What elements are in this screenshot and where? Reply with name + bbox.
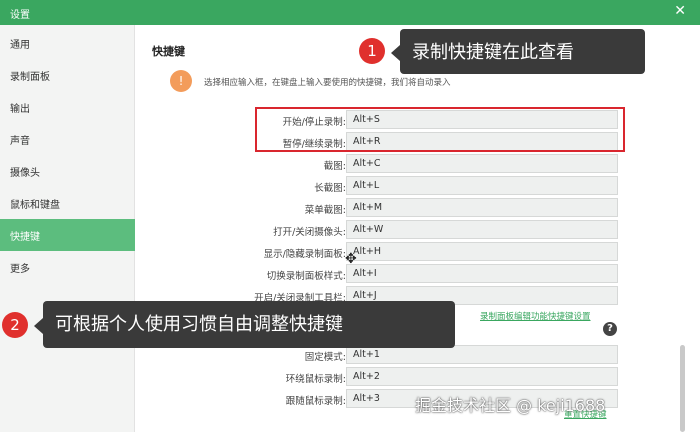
shortcut-label: 显示/隐藏录制面板: (151, 246, 346, 260)
shortcut-input-long-screenshot[interactable]: Alt+L (346, 176, 618, 195)
shortcut-label: 切换录制面板样式: (151, 268, 346, 282)
hint-text: 选择相应输入框，在键盘上输入要使用的快捷键，我们将自动录入 (204, 76, 451, 88)
shortcut-input-panel-style[interactable]: Alt+I (346, 264, 618, 283)
shortcut-label: 打开/关闭摄像头: (151, 224, 346, 238)
sidebar-item-recording-panel[interactable]: 录制面板 (0, 59, 135, 91)
callout-arrow (34, 318, 43, 334)
shortcut-input-surround-mouse[interactable]: Alt+2 (346, 367, 618, 386)
shortcut-label: 环绕鼠标录制: (151, 371, 346, 385)
highlight-box (255, 107, 625, 152)
shortcut-label: 截图: (151, 158, 346, 172)
sidebar-item-label: 快捷键 (10, 232, 40, 243)
annotation-badge-2: 2 (2, 312, 28, 338)
sidebar-item-label: 输出 (10, 104, 30, 115)
shortcut-label: 长截图: (151, 180, 346, 194)
annotation-callout-1: 录制快捷键在此查看 (400, 29, 645, 74)
shortcuts-panel: 快捷键 ! 选择相应输入框，在键盘上输入要使用的快捷键，我们将自动录入 开始/停… (136, 25, 700, 432)
scrollbar[interactable] (680, 345, 685, 432)
shortcut-input-menu-screenshot[interactable]: Alt+M (346, 198, 618, 217)
sidebar-item-label: 鼠标和键盘 (10, 200, 60, 211)
panel-shortcut-settings-link[interactable]: 录制面板编辑功能快捷键设置 (480, 310, 591, 322)
callout-arrow (391, 45, 400, 61)
annotation-callout-2: 可根据个人使用习惯自由调整快捷键 (43, 301, 455, 348)
annotation-text: 录制快捷键在此查看 (412, 38, 574, 64)
sidebar-item-camera[interactable]: 摄像头 (0, 155, 135, 187)
shortcut-label: 跟随鼠标录制: (151, 393, 346, 407)
title-bar: 设置 ✕ (0, 0, 700, 25)
move-cursor-icon: ✥ (345, 251, 357, 267)
section-title: 快捷键 (152, 43, 185, 59)
shortcut-input-camera-toggle[interactable]: Alt+W (346, 220, 618, 239)
sidebar-item-output[interactable]: 输出 (0, 91, 135, 123)
sidebar-item-label: 声音 (10, 136, 30, 147)
sidebar-item-shortcuts[interactable]: 快捷键 (0, 219, 135, 251)
info-icon: ! (170, 70, 192, 92)
sidebar-item-mouse-keyboard[interactable]: 鼠标和键盘 (0, 187, 135, 219)
watermark: 掘金技术社区 @ keji1688 (415, 392, 605, 416)
sidebar-item-label: 通用 (10, 40, 30, 51)
annotation-badge-1: 1 (359, 38, 385, 64)
annotation-text: 可根据个人使用习惯自由调整快捷键 (55, 310, 343, 336)
sidebar-item-label: 摄像头 (10, 168, 40, 179)
sidebar-item-label: 录制面板 (10, 72, 50, 83)
settings-sidebar: 通用 录制面板 输出 声音 摄像头 鼠标和键盘 快捷键 更多 (0, 25, 135, 432)
sidebar-item-general[interactable]: 通用 (0, 27, 135, 59)
sidebar-item-more[interactable]: 更多 (0, 251, 135, 283)
sidebar-item-sound[interactable]: 声音 (0, 123, 135, 155)
shortcut-label: 固定模式: (151, 349, 346, 363)
shortcut-input-panel-toggle[interactable]: Alt+H (346, 242, 618, 261)
shortcut-label: 菜单截图: (151, 202, 346, 216)
close-icon[interactable]: ✕ (674, 3, 686, 19)
help-icon[interactable]: ? (603, 322, 617, 336)
window-title: 设置 (10, 6, 30, 21)
shortcut-input-screenshot[interactable]: Alt+C (346, 154, 618, 173)
sidebar-item-label: 更多 (10, 264, 30, 275)
